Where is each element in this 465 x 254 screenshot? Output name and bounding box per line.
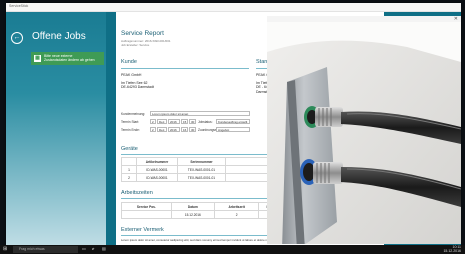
- start-year-select[interactable]: 2016: [168, 119, 180, 124]
- geraete-heading: Geräte: [121, 146, 138, 152]
- equipment-photo: [267, 22, 461, 244]
- edge-icon[interactable]: ℯ: [92, 246, 94, 251]
- job-line2: Zustandsdaten ändern ab gehen: [44, 58, 95, 63]
- geraete-col-nr: [121, 157, 137, 166]
- ende-day-select[interactable]: 2: [150, 127, 156, 132]
- artikel-cell: ID-WAS-00001: [135, 173, 179, 182]
- start-day-select[interactable]: 2: [150, 119, 156, 124]
- row-number: 1: [121, 165, 137, 174]
- table-row[interactable]: 1 ID-WAS-00001 TEX-WAS-0001-01: [121, 165, 271, 174]
- photo-viewer[interactable]: ✕: [267, 16, 461, 244]
- taskbar: ⊞ Frag mich etwas ▭ ℯ ▤ 10:11 15.12.2016: [0, 245, 465, 254]
- start-month-select[interactable]: Dez.: [157, 119, 167, 124]
- kundenmeinung-label: Kundenmeinung:: [121, 112, 146, 116]
- az-col-datum[interactable]: Datum: [170, 202, 216, 211]
- geraete-table: Artikelnummer Seriennummer 1 ID-WAS-0000…: [121, 157, 271, 182]
- termin-start-label: Termin Start:: [121, 120, 140, 124]
- taskbar-search[interactable]: Frag mich etwas: [13, 246, 78, 253]
- geraete-col-serie[interactable]: Seriennummer: [177, 157, 226, 166]
- system-tray[interactable]: 10:11 15.12.2016: [443, 245, 461, 253]
- jobstatus-label: Jobstatus:: [198, 120, 213, 124]
- row-number: 2: [121, 173, 137, 182]
- window-title: ServiceStick: [9, 4, 29, 8]
- left-pane: ← Offene Jobs ▦ Bitte neue externe Zusta…: [6, 12, 106, 245]
- serie-cell: TEX-WAS-0001-01: [177, 173, 226, 182]
- page-title: Offene Jobs: [32, 31, 86, 42]
- geraete-col-artikel[interactable]: Artikelnummer: [135, 157, 179, 166]
- job-list-item[interactable]: ▦ Bitte neue externe Zustandsdaten änder…: [31, 52, 104, 65]
- back-arrow-icon[interactable]: ←: [11, 32, 23, 44]
- externer-vermerk-heading: Externer Vermerk: [121, 227, 164, 233]
- az-col-arbeitszeit[interactable]: Arbeitszeit: [214, 202, 260, 211]
- kundenmeinung-input[interactable]: Lorem ipsum dolor sit amet: [150, 111, 250, 116]
- datum-cell: 15.12.2016: [170, 210, 216, 219]
- job-icon: ▦: [34, 55, 41, 62]
- search-placeholder: Frag mich etwas: [19, 247, 45, 251]
- arbeitszeiten-heading: Arbeitszeiten: [121, 190, 153, 196]
- kunde-divider: [121, 68, 249, 69]
- serie-cell: TEX-WAS-0001-01: [177, 165, 226, 174]
- kunde-city: DE-64293 Darmstadt: [121, 85, 154, 90]
- empty-cell: [225, 165, 271, 174]
- ende-year-select[interactable]: 2016: [168, 127, 180, 132]
- pos-cell: [121, 210, 172, 219]
- title-bar: ServiceStick: [6, 3, 461, 12]
- jobstatus-select[interactable]: Kundenauftrag erstellt: [216, 119, 250, 124]
- artikel-cell: ID-WAS-00001: [135, 165, 179, 174]
- ende-min-select[interactable]: 30: [189, 127, 196, 132]
- explorer-icon[interactable]: ▤: [102, 246, 106, 251]
- windows-start-icon[interactable]: ⊞: [3, 246, 7, 252]
- az-col-pos[interactable]: Service Pos.: [121, 202, 172, 211]
- termin-ende-label: Termin Ende:: [121, 128, 140, 132]
- zuordnung-select[interactable]: Angebot: [216, 127, 250, 132]
- table-row[interactable]: 2 ID-WAS-00001 TEX-WAS-0001-01: [121, 173, 271, 182]
- ende-hour-select[interactable]: 16: [181, 127, 188, 132]
- ende-month-select[interactable]: Dez.: [157, 127, 167, 132]
- report-meta-2: Job Ersteller: Service: [121, 43, 150, 47]
- geraete-col-extra: [225, 157, 271, 166]
- kunde-address: PEAK GmbH Im Tiefen See 62 DE-64293 Darm…: [121, 73, 154, 90]
- start-min-select[interactable]: 30: [189, 119, 196, 124]
- arbeitszeit-cell: 2: [214, 210, 260, 219]
- report-title: Service Report: [121, 30, 164, 37]
- start-hour-select[interactable]: 15: [181, 119, 188, 124]
- task-view-icon[interactable]: ▭: [82, 246, 86, 251]
- empty-cell: [225, 173, 271, 182]
- job-text: Bitte neue externe Zustandsdaten ändern …: [44, 54, 95, 63]
- clock-date: 15.12.2016: [443, 248, 461, 253]
- kunde-heading: Kunde: [121, 59, 137, 65]
